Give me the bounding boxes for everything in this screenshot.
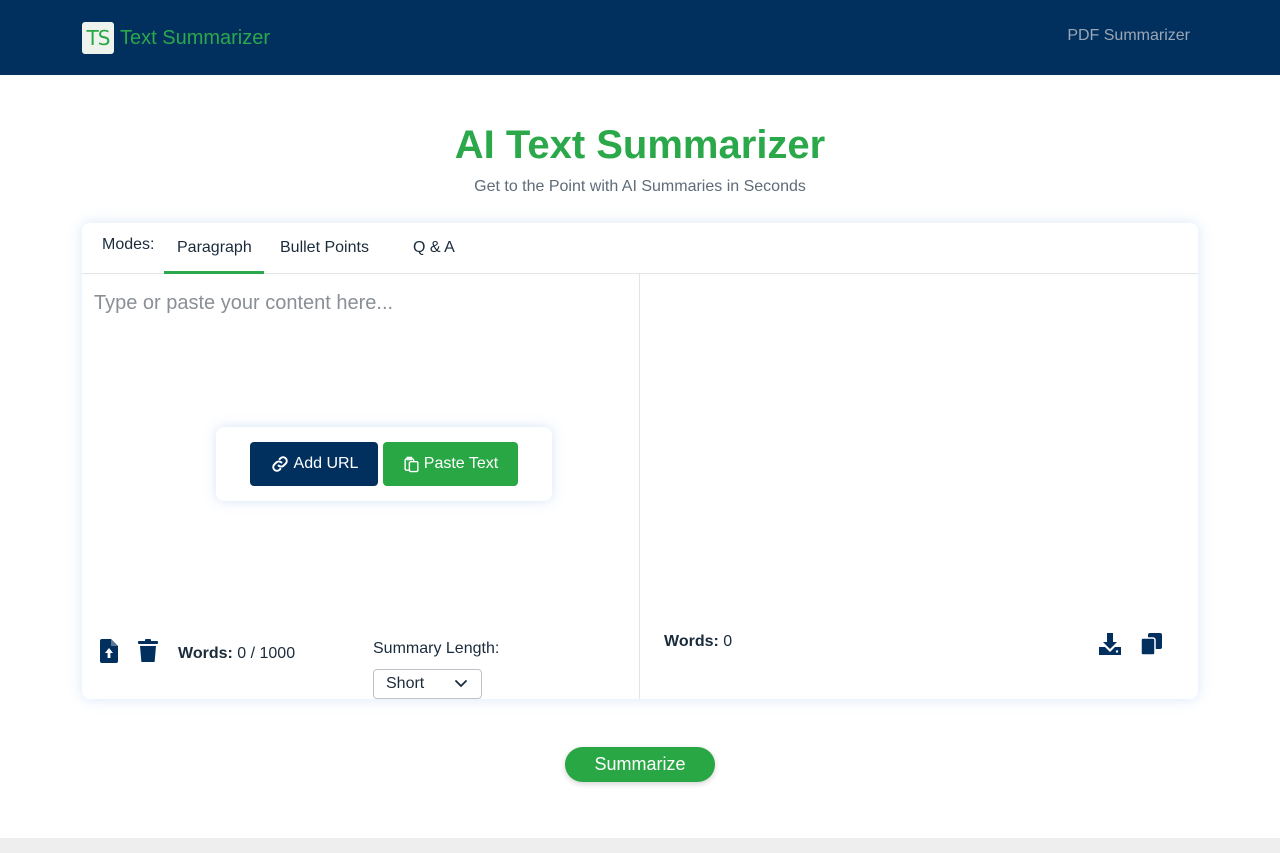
download-icon[interactable]: [1099, 633, 1121, 660]
summary-words-value: 0: [723, 633, 733, 650]
clipboard-icon: [404, 456, 419, 472]
input-actions-box: Add URL Paste Text: [216, 427, 552, 501]
chevron-down-icon: [455, 680, 467, 688]
modes-bar: Modes: Paragraph Bullet Points Q & A: [82, 223, 1198, 274]
summary-length-label: Summary Length:: [373, 640, 500, 657]
input-word-count: Words: 0 / 1000: [178, 645, 295, 663]
file-upload-icon[interactable]: [100, 639, 118, 668]
brand-link[interactable]: TS Text Summarizer: [82, 22, 270, 54]
input-words-value: 0 / 1000: [237, 645, 296, 662]
tab-bullet-points[interactable]: Bullet Points: [280, 239, 369, 257]
trash-icon[interactable]: [138, 639, 158, 668]
add-url-button[interactable]: Add URL: [250, 442, 378, 486]
paste-text-label: Paste Text: [423, 455, 499, 472]
input-words-label: Words:: [178, 645, 233, 662]
content-input[interactable]: [82, 274, 639, 574]
tab-q-and-a[interactable]: Q & A: [413, 239, 455, 257]
tab-paragraph[interactable]: Paragraph: [177, 239, 252, 257]
paste-text-button[interactable]: Paste Text: [383, 442, 518, 486]
nav-link-pdf-summarizer[interactable]: PDF Summarizer: [1067, 27, 1190, 45]
summary-length-value: Short: [386, 675, 425, 692]
page-subtitle: Get to the Point with AI Summaries in Se…: [474, 178, 806, 195]
link-icon: [271, 456, 288, 472]
page-title: AI Text Summarizer: [454, 123, 826, 167]
brand-logo: TS: [82, 22, 114, 54]
summarizer-card: Modes: Paragraph Bullet Points Q & A Add…: [82, 223, 1198, 699]
panel-divider: [639, 274, 640, 699]
add-url-label: Add URL: [293, 455, 359, 472]
footer-strip: [0, 838, 1280, 853]
summary-word-count: Words: 0: [664, 633, 732, 651]
summarize-button[interactable]: Summarize: [565, 747, 715, 782]
top-navbar: TS Text Summarizer PDF Summarizer: [0, 0, 1280, 75]
modes-label: Modes:: [102, 236, 155, 253]
brand-name: Text Summarizer: [120, 26, 271, 49]
summary-length-select[interactable]: Short: [373, 669, 482, 699]
summary-words-label: Words:: [664, 633, 719, 650]
copy-icon[interactable]: [1140, 633, 1163, 660]
